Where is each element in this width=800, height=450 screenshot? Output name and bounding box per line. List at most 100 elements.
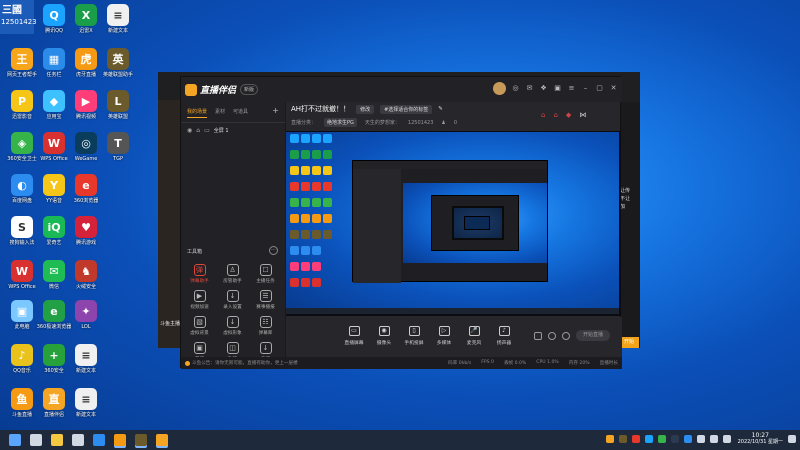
- app-titlebar[interactable]: 直播伴侣 新版 ◎ ✉ ❖ ▣ ≡ – ▢ ✕: [181, 77, 622, 102]
- version-badge[interactable]: 新版: [240, 84, 259, 95]
- desktop-corner-widget[interactable]: 三國 12501423: [0, 0, 37, 34]
- desktop-icon[interactable]: ▣ 此电脑: [4, 300, 40, 330]
- desktop-icon[interactable]: L 英雄联盟: [100, 90, 136, 120]
- desktop-icon[interactable]: 直直播伴侣: [36, 388, 72, 418]
- desktop-icon[interactable]: ◈ 360安全卫士: [4, 132, 40, 162]
- stream-title[interactable]: AH打不过就撤！！: [291, 104, 350, 114]
- notification-icon[interactable]: [788, 435, 796, 443]
- desktop-icon[interactable]: P 迅雷影音: [4, 90, 40, 120]
- toolbox-item[interactable]: ☰ 赛事播报: [249, 290, 282, 310]
- share-icon[interactable]: ⋈: [579, 111, 586, 119]
- desktop-icon[interactable]: ♞ 火绒安全: [68, 260, 104, 290]
- desktop-icon[interactable]: ≡ 新建文本: [68, 388, 104, 418]
- tab-my-scenes[interactable]: 我的场景: [187, 108, 208, 118]
- maximize-icon[interactable]: ▢: [595, 84, 604, 93]
- tray-app-icon[interactable]: [657, 435, 666, 443]
- source-control[interactable]: ▷ 多媒体: [431, 326, 457, 346]
- close-icon[interactable]: ✕: [609, 84, 618, 93]
- desktop-icon[interactable]: ≡ 新建文本: [100, 4, 136, 34]
- desktop-icon[interactable]: Q 腾讯QQ: [36, 4, 72, 34]
- desktop-icon[interactable]: X 迅雷X: [68, 4, 104, 34]
- gift-icon[interactable]: ▣: [553, 84, 562, 93]
- chevron-up-icon[interactable]: [670, 435, 679, 443]
- add-scene-button[interactable]: +: [272, 107, 279, 118]
- settings-icon[interactable]: [548, 331, 556, 340]
- desktop-icon[interactable]: T TGP: [100, 132, 136, 162]
- desktop-icon[interactable]: Y YY语音: [36, 174, 72, 204]
- taskbar-store-icon[interactable]: [72, 434, 84, 446]
- desktop-icon[interactable]: 王网页王者帮手: [4, 48, 40, 78]
- source-control[interactable]: ◉ 摄像头: [371, 326, 397, 346]
- tray-app-icon[interactable]: [618, 435, 627, 443]
- toolbox-item[interactable]: 弹弹幕助手: [183, 264, 216, 284]
- tab-props[interactable]: 可道具: [233, 108, 248, 118]
- desktop-icon[interactable]: ✉ 微信: [36, 260, 72, 290]
- location-icon[interactable]: ◆: [566, 111, 571, 119]
- desktop-icon[interactable]: 英英雄联盟助手: [100, 48, 136, 78]
- skin-icon[interactable]: ❖: [539, 84, 548, 93]
- desktop-icon[interactable]: 虎虎牙直播: [68, 48, 104, 78]
- desktop-icon[interactable]: iQ 爱奇艺: [36, 216, 72, 246]
- toolbox-item[interactable]: ♙ 房管助手: [216, 264, 249, 284]
- bluetooth-icon[interactable]: [683, 435, 692, 443]
- tab-assets[interactable]: 素材: [215, 108, 225, 118]
- toolbox-item[interactable]: ▧ 虚拟背景: [183, 316, 216, 336]
- lock-icon[interactable]: ⌂: [196, 127, 200, 134]
- source-control[interactable]: 🎤 麦克风: [461, 326, 487, 346]
- network-icon[interactable]: [696, 435, 705, 443]
- taskbar-file-explorer-icon[interactable]: [51, 434, 63, 446]
- source-control[interactable]: ▭ 直播屏幕: [341, 326, 367, 346]
- toolbox-more-button[interactable]: ···: [269, 246, 278, 255]
- toolbox-item[interactable]: ☷ 弹幕库: [249, 316, 282, 336]
- ime-icon[interactable]: [722, 435, 731, 443]
- desktop-icon[interactable]: ◐ 百度网盘: [4, 174, 40, 204]
- desktop-icon[interactable]: ▦ 任务栏: [36, 48, 72, 78]
- desktop-icon[interactable]: 鱼斗鱼直播: [4, 388, 40, 418]
- taskbar-douyu-icon[interactable]: [114, 434, 126, 446]
- toolbox-item[interactable]: ↓ 虚拟形象: [216, 316, 249, 336]
- toolbox-item[interactable]: ▶ 视频加速: [183, 290, 216, 310]
- edit-title-button[interactable]: 修改: [356, 104, 375, 114]
- message-icon[interactable]: ✉: [525, 84, 534, 93]
- taskbar-search-icon[interactable]: [30, 434, 42, 446]
- record-icon[interactable]: [534, 331, 542, 340]
- desktop-icon[interactable]: ▶ 腾讯视频: [68, 90, 104, 120]
- volume-icon[interactable]: [709, 435, 718, 443]
- desktop-icon[interactable]: ✦ LOL: [68, 300, 104, 330]
- clock[interactable]: 10:27 2022/10/31 星期一: [738, 432, 783, 446]
- source-control[interactable]: ♪ 扬声器: [491, 326, 517, 346]
- desktop-icon[interactable]: ♪ QQ音乐: [4, 344, 40, 374]
- desktop-icon[interactable]: ◎ WeGame: [68, 132, 104, 162]
- desktop-icon[interactable]: W WPS Office: [4, 260, 40, 290]
- source-control[interactable]: ▯ 手机投屏: [401, 326, 427, 346]
- edit-icon[interactable]: ✎: [438, 106, 443, 112]
- desktop-icon[interactable]: e 360极速浏览器: [36, 300, 72, 330]
- shop-icon[interactable]: ⌂: [553, 111, 557, 119]
- desktop-icon[interactable]: +360安全: [36, 344, 72, 374]
- taskbar-lol-icon[interactable]: [135, 434, 147, 446]
- category-selector[interactable]: 绝地求生PG: [324, 118, 357, 127]
- desktop-icon[interactable]: ≡ 新建文本: [68, 344, 104, 374]
- taskbar-edge-icon[interactable]: [93, 434, 105, 446]
- stream-preview[interactable]: [286, 131, 621, 316]
- desktop-icon[interactable]: ◆ 应用宝: [36, 90, 72, 120]
- desktop-icon[interactable]: ♥ 腾讯游戏: [68, 216, 104, 246]
- toolbox-item[interactable]: ↓ 录入设置: [216, 290, 249, 310]
- bell-icon[interactable]: ◎: [511, 84, 520, 93]
- announcement[interactable]: 斗鱼公告：请你无限可能，直播有助你，更上一层楼: [185, 360, 298, 366]
- minimize-icon[interactable]: –: [581, 84, 590, 93]
- taskbar-zhibo-icon[interactable]: [156, 434, 168, 446]
- tray-app-icon[interactable]: [631, 435, 640, 443]
- scene-item[interactable]: ◉ ⌂ ▭ 全屏 1: [181, 123, 285, 138]
- start-live-button[interactable]: 开始直播: [576, 330, 610, 341]
- gear-icon[interactable]: [562, 331, 570, 340]
- tray-app-icon[interactable]: [644, 435, 653, 443]
- desktop-icon[interactable]: S 搜狗输入法: [4, 216, 40, 246]
- tray-app-icon[interactable]: [605, 435, 614, 443]
- taskbar-windows-start-icon[interactable]: [9, 434, 21, 446]
- gift-box-icon[interactable]: ⌂: [541, 111, 545, 119]
- tag-selector[interactable]: #选择适合你的标签: [380, 104, 433, 114]
- menu-icon[interactable]: ≡: [567, 84, 576, 93]
- desktop-icon[interactable]: W WPS Office: [36, 132, 72, 162]
- eye-icon[interactable]: ◉: [187, 127, 192, 134]
